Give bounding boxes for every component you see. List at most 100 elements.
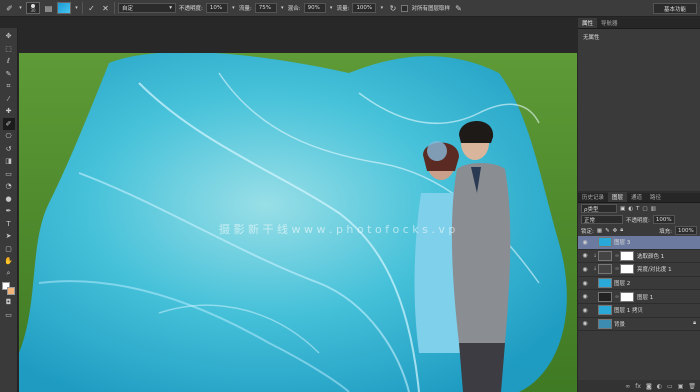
history-brush-tool[interactable]: ↺ [3,143,15,156]
layer-row[interactable]: ◉ ∞ 图层 1 [578,290,700,304]
color-swatches[interactable] [1,282,16,296]
layer-mask-thumbnail[interactable] [620,291,634,302]
eye-icon[interactable]: ◉ [578,252,592,259]
hand-tool[interactable]: ✋ [3,255,15,268]
tab-channels[interactable]: 通道 [627,192,646,202]
kind-filter-dropdown[interactable]: ρ类型 [581,204,617,213]
layer-mask-thumbnail[interactable] [620,250,634,261]
layer-row[interactable]: ◉ 图层 2 [578,277,700,291]
eye-icon[interactable]: ◉ [578,320,592,327]
gradient-tool[interactable]: ▭ [3,168,15,181]
healing-tool[interactable]: ✚ [3,105,15,118]
stamp-tool[interactable]: ⎔ [3,130,15,143]
opacity-field[interactable]: 10% [205,3,228,13]
eye-icon[interactable]: ◉ [578,239,592,246]
layer-opacity-field[interactable]: 100% [652,215,675,224]
eye-icon[interactable]: ◉ [578,293,592,300]
lock-all-icon[interactable]: 🔒︎ [620,227,623,234]
properties-panel: 无属性 [578,29,700,191]
add-mask-icon[interactable]: ◙ [646,383,652,390]
marquee-tool[interactable]: ⬚ [3,43,15,56]
layer-row[interactable]: ◉ ↓ ∞ 选取颜色 1 [578,250,700,264]
eraser-tool[interactable]: ◨ [3,155,15,168]
mode-dropdown[interactable]: 自定 ▾ [118,3,176,13]
trash-icon[interactable]: 🗑︎ [688,383,696,390]
brush-panel-icon[interactable]: ▤ [43,3,54,14]
chevron-down-icon[interactable]: ▾ [74,3,79,14]
filter-smart-icon[interactable]: ▥ [651,206,656,212]
new-layer-icon[interactable]: ▣ [678,383,684,390]
filter-image-icon[interactable]: ▣ [620,206,625,212]
lock-label: 锁定: [581,228,594,235]
lasso-tool[interactable]: ℓ [3,55,15,68]
chevron-down-icon[interactable]: ▾ [329,3,334,14]
quickmask-icon[interactable]: ◘ [3,296,15,309]
filter-adjust-icon[interactable]: ◐ [628,206,633,212]
blend-mode-dropdown[interactable]: 正常 [581,215,623,224]
layer-row[interactable]: ◉ 图层 1 拷贝 [578,304,700,318]
link-icon[interactable]: ∞ [625,383,630,390]
lock-icon: 🔒︎ [693,320,696,327]
tab-navigator[interactable]: 导航器 [597,18,622,28]
filter-type-icon[interactable]: T [636,206,639,212]
background-color[interactable] [6,287,15,295]
group-icon[interactable]: ▭ [667,383,673,390]
layer-row[interactable]: ◉ ↓ ∞ 亮度/对比度 1 [578,263,700,277]
lock-pixels-icon[interactable]: ▦ [597,228,602,234]
filter-shape-icon[interactable]: ▢ [642,206,647,212]
blur-tool[interactable]: ◔ [3,180,15,193]
fx-icon[interactable]: fx [635,383,641,390]
shape-tool[interactable]: ▢ [3,243,15,256]
tab-history[interactable]: 历史记录 [578,192,608,202]
eye-icon[interactable]: ◉ [578,307,592,314]
flow-field[interactable]: 75% [254,3,277,13]
layer-row[interactable]: ◉ 图层 3 [578,236,700,250]
layer-name: 背景 [614,321,626,328]
lock-move-icon[interactable]: ✥ [613,228,618,234]
layer-opacity-value: 100% [655,216,672,223]
brush-tool[interactable]: ✐ [2,117,15,130]
brush-size-picker[interactable]: 30 [26,2,40,14]
pressure-pen-icon[interactable]: ✎ [453,3,464,14]
dodge-tool[interactable]: ● [3,193,15,206]
tab-paths[interactable]: 路径 [646,192,665,202]
quick-select-tool[interactable]: ✎ [3,68,15,81]
tab-properties[interactable]: 属性 [578,18,598,28]
eye-icon[interactable]: ◉ [578,266,592,273]
brush-preset-icon[interactable]: ✓ [86,3,97,14]
pen-tool[interactable]: ✒ [3,205,15,218]
tab-layers[interactable]: 图层 [608,192,628,202]
move-tool[interactable]: ✥ [3,30,15,43]
color-swatch[interactable] [57,2,71,14]
eye-icon[interactable]: ◉ [578,280,592,287]
brush-tool-icon: ✐ [5,119,12,128]
layer-row[interactable]: ◉ 背景 🔒︎ [578,318,700,332]
cross-brush-icon[interactable]: ✕ [100,3,111,14]
lock-paint-icon[interactable]: ✎ [605,228,610,234]
chevron-down-icon[interactable]: ▾ [280,3,285,14]
workspace-switcher[interactable]: 基本功能 [653,3,697,14]
strength-field[interactable]: 100% [352,3,377,13]
adjustment-icon[interactable]: ◐ [657,383,662,390]
sample-all-checkbox[interactable] [401,4,409,12]
layers-tabs: 历史记录 图层 通道 路径 [578,192,700,203]
lasso-tool-icon: ℓ [7,57,10,66]
type-tool[interactable]: T [3,218,15,231]
chevron-down-icon[interactable]: ▾ [18,3,23,14]
airbrush-icon[interactable]: ↻ [387,3,398,14]
chevron-down-icon[interactable]: ▾ [231,3,236,14]
chevron-down-icon[interactable]: ▾ [379,3,384,14]
zoom-tool[interactable]: ⌕ [3,268,15,281]
blend-field[interactable]: 90% [303,3,326,13]
fill-field[interactable]: 100% [675,226,697,235]
lock-row: 锁定: ▦ ✎ ✥ 🔒︎ 填充: 100% [578,225,700,236]
opacity-label: 不透明度: [179,6,203,12]
blend-mode-value: 正常 [584,217,596,224]
layer-mask-thumbnail[interactable] [620,264,634,275]
document-canvas[interactable]: 摄 影 新 干 线 w w w . p h o t o f o c k s . … [19,53,577,392]
crop-tool[interactable]: ⌗ [3,80,15,93]
screen-mode-icon[interactable]: ▭ [3,309,15,322]
eyedropper-tool[interactable]: ⁄ [3,93,15,106]
path-select-tool[interactable]: ➤ [3,230,15,243]
brush-tool-preset-icon[interactable]: ✐ [4,3,15,14]
